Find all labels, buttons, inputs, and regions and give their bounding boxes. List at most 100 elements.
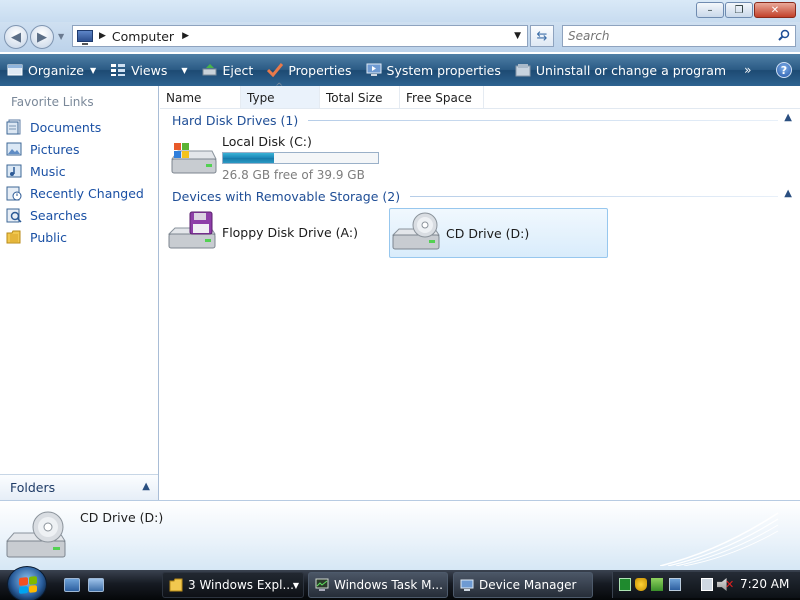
nav-item-searches[interactable]: Searches bbox=[0, 204, 158, 226]
nav-item-recently-changed[interactable]: Recently Changed bbox=[0, 182, 158, 204]
tray-app-icon[interactable] bbox=[669, 578, 681, 591]
taskbar-button-label: Device Manager bbox=[479, 578, 577, 592]
navigation-pane: Favorite Links Documents Pictures Music … bbox=[0, 86, 159, 500]
group-header-removable-storage[interactable]: Devices with Removable Storage (2) ▲ bbox=[160, 185, 800, 207]
nav-item-pictures[interactable]: Pictures bbox=[0, 138, 158, 160]
column-header-name[interactable]: Name bbox=[160, 86, 241, 108]
more-commands-button[interactable]: » bbox=[737, 54, 758, 86]
organize-button[interactable]: Organize ▼ bbox=[0, 54, 103, 86]
hard-drive-icon bbox=[171, 143, 217, 174]
uninstall-label: Uninstall or change a program bbox=[535, 62, 727, 78]
search-icon[interactable] bbox=[778, 29, 790, 41]
drive-usage-bar bbox=[222, 152, 379, 164]
taskbar-button-label: Windows Task M... bbox=[334, 578, 443, 592]
search-input[interactable] bbox=[568, 29, 768, 43]
network-disconnected-icon[interactable] bbox=[701, 578, 713, 591]
nav-item-label: Recently Changed bbox=[30, 185, 144, 201]
start-button[interactable] bbox=[7, 566, 47, 600]
eject-button[interactable]: Eject bbox=[195, 54, 261, 86]
breadcrumb-arrow[interactable]: ▶ bbox=[182, 31, 189, 41]
clock[interactable]: 7:20 AM bbox=[740, 577, 789, 591]
pictures-icon bbox=[6, 142, 22, 156]
taskbar-button-label: 3 Windows Expl... bbox=[188, 578, 294, 592]
forward-button[interactable]: ▶ bbox=[30, 25, 54, 49]
group-header-hard-disk-drives[interactable]: Hard Disk Drives (1) ▲ bbox=[160, 109, 800, 131]
recent-pages-dropdown[interactable]: ▼ bbox=[58, 32, 64, 41]
more-commands-label: » bbox=[744, 63, 752, 77]
documents-icon bbox=[6, 119, 21, 135]
folders-label: Folders bbox=[10, 480, 56, 495]
maximize-button[interactable]: ❐ bbox=[725, 2, 753, 18]
drive-tile-local-disk-c[interactable]: Local Disk (C:) 26.8 GB free of 39.9 GB bbox=[168, 134, 388, 182]
nav-item-label: Searches bbox=[30, 207, 88, 223]
cd-drive-icon bbox=[391, 212, 440, 250]
folders-toggle[interactable]: Folders ▲ bbox=[0, 474, 158, 500]
search-box[interactable] bbox=[562, 25, 796, 47]
nav-item-label: Documents bbox=[30, 119, 102, 135]
window-titlebar: – ❐ ✕ bbox=[0, 0, 800, 22]
collapse-chevron-icon[interactable]: ▲ bbox=[784, 112, 792, 123]
organize-icon bbox=[7, 64, 23, 76]
views-icon bbox=[111, 64, 126, 76]
refresh-button[interactable]: ⇆ bbox=[530, 25, 554, 47]
recently-changed-icon bbox=[6, 186, 22, 201]
favorite-links-heading: Favorite Links bbox=[11, 95, 94, 109]
network-monitor-icon[interactable] bbox=[619, 578, 631, 591]
public-folder-icon bbox=[6, 230, 21, 244]
drive-usage-bar-fill bbox=[223, 153, 275, 163]
breadcrumb-root-arrow[interactable]: ▶ bbox=[99, 31, 106, 41]
minimize-button[interactable]: – bbox=[696, 2, 724, 18]
system-properties-icon bbox=[366, 63, 382, 76]
views-dropdown-icon[interactable]: ▼ bbox=[181, 66, 187, 75]
volume-mute-x-icon: ✕ bbox=[725, 578, 735, 591]
column-header-free-space[interactable]: Free Space bbox=[400, 86, 484, 108]
nav-item-public[interactable]: Public bbox=[0, 226, 158, 248]
column-header-type[interactable]: Type bbox=[241, 82, 320, 108]
uninstall-program-button[interactable]: Uninstall or change a program bbox=[508, 54, 733, 86]
views-button[interactable]: Views ▼ bbox=[103, 54, 194, 86]
drive-tile-floppy-a[interactable]: Floppy Disk Drive (A:) bbox=[166, 208, 386, 256]
show-desktop-icon[interactable] bbox=[64, 578, 80, 592]
taskbar: 3 Windows Expl... ▼ Windows Task M... De… bbox=[0, 566, 800, 600]
switch-windows-icon[interactable] bbox=[88, 578, 104, 592]
column-header-total-size[interactable]: Total Size bbox=[320, 86, 400, 108]
windows-logo-icon bbox=[19, 576, 37, 594]
drive-info: Floppy Disk Drive (A:) bbox=[222, 225, 358, 240]
nav-item-music[interactable]: Music bbox=[0, 160, 158, 182]
taskbar-button-windows-explorer[interactable]: 3 Windows Expl... ▼ bbox=[162, 572, 304, 598]
address-dropdown[interactable]: ▼ bbox=[514, 31, 521, 41]
eject-label: Eject bbox=[222, 62, 254, 78]
folder-icon bbox=[169, 578, 183, 592]
system-tray-icon[interactable] bbox=[651, 578, 663, 591]
group-label: Hard Disk Drives (1) bbox=[172, 112, 299, 128]
nav-item-label: Public bbox=[30, 229, 67, 245]
group-label: Devices with Removable Storage (2) bbox=[172, 188, 401, 204]
taskbar-button-task-manager[interactable]: Windows Task M... bbox=[308, 572, 448, 598]
system-properties-button[interactable]: System properties bbox=[359, 54, 508, 86]
help-icon: ? bbox=[780, 63, 788, 77]
address-bar[interactable]: ▶ Computer ▶ ▼ bbox=[72, 25, 528, 47]
views-label: Views bbox=[131, 62, 168, 78]
file-list: Name Type Total Size Free Space Hard Dis… bbox=[160, 82, 800, 500]
breadcrumb-computer[interactable]: Computer bbox=[112, 29, 174, 44]
system-properties-label: System properties bbox=[386, 62, 501, 78]
uninstall-icon bbox=[515, 64, 531, 77]
nav-item-documents[interactable]: Documents bbox=[0, 116, 158, 138]
cd-drive-icon bbox=[5, 511, 66, 558]
computer-icon bbox=[77, 30, 93, 45]
back-button[interactable]: ◀ bbox=[4, 25, 28, 49]
back-arrow-icon: ◀ bbox=[11, 29, 21, 45]
close-button[interactable]: ✕ bbox=[754, 2, 796, 18]
collapse-chevron-icon[interactable]: ▲ bbox=[784, 188, 792, 199]
drive-tile-cd-d[interactable]: CD Drive (D:) bbox=[389, 208, 608, 258]
group-divider bbox=[308, 119, 778, 121]
drive-info: Local Disk (C:) 26.8 GB free of 39.9 GB bbox=[222, 134, 379, 182]
nav-item-label: Pictures bbox=[30, 141, 80, 157]
group-dropdown-icon: ▼ bbox=[292, 580, 299, 590]
security-shield-icon[interactable] bbox=[635, 578, 647, 591]
help-button[interactable]: ? bbox=[776, 62, 792, 78]
drive-name: CD Drive (D:) bbox=[446, 225, 530, 241]
taskbar-button-device-manager[interactable]: Device Manager bbox=[453, 572, 593, 598]
address-row: ◀ ▶ ▼ ▶ Computer ▶ ▼ ⇆ bbox=[0, 22, 800, 52]
caption-buttons: – ❐ ✕ bbox=[695, 2, 796, 18]
